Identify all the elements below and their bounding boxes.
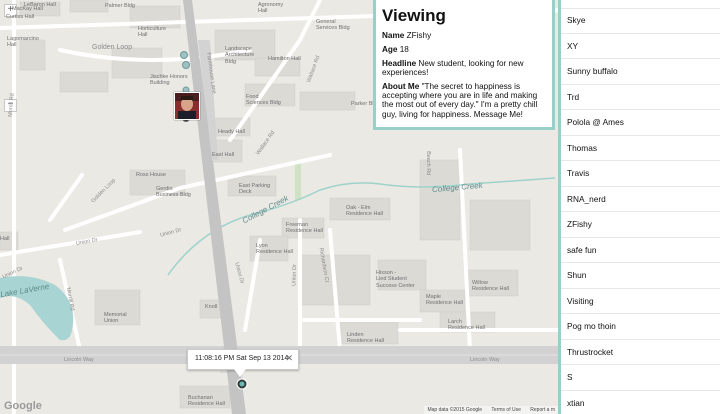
- user-list-item[interactable]: ZFishy: [561, 212, 720, 238]
- map-label: Food Sciences Bldg: [246, 94, 281, 107]
- map-label: Knoll: [205, 304, 218, 310]
- user-list-sidebar[interactable]: Skye XY Sunny buffalo Trd Polola @ Ames …: [558, 0, 720, 414]
- user-list-item[interactable]: XY: [561, 34, 720, 59]
- google-logo: Google: [4, 400, 42, 412]
- user-list-item[interactable]: xtian: [561, 391, 720, 414]
- map-label: Memorial Union: [104, 312, 127, 325]
- map-label: Union Dr: [291, 264, 299, 287]
- terms-of-use-link[interactable]: Terms of Use: [491, 407, 520, 413]
- map-label: Hamilton Hall: [268, 56, 301, 62]
- profile-name-row: Name ZFishy: [382, 31, 546, 40]
- profile-age: 18: [399, 44, 409, 54]
- map-label: MacKay Hall: [12, 6, 43, 12]
- close-icon[interactable]: ✕: [285, 353, 293, 364]
- user-list-item[interactable]: Skye: [561, 8, 720, 34]
- map-label: Beach Rd: [425, 151, 432, 176]
- user-list-item[interactable]: Travis: [561, 161, 720, 187]
- user-list: Skye XY Sunny buffalo Trd Polola @ Ames …: [561, 8, 720, 414]
- map-label: Heady Hall: [218, 129, 245, 135]
- map-label: Jischke Honors Building: [150, 74, 188, 87]
- map-label: Horticulture Hall: [138, 26, 167, 39]
- about-label: About Me: [382, 81, 420, 91]
- user-list-item[interactable]: Trd: [561, 85, 720, 110]
- name-label: Name: [382, 31, 405, 40]
- age-label: Age: [382, 44, 398, 54]
- map-label: Linden Residence Hall: [347, 332, 384, 345]
- map-label: Landscape Architecture Bldg: [225, 46, 255, 65]
- user-avatar[interactable]: [174, 92, 200, 120]
- map-label: General Services Bldg: [316, 19, 350, 32]
- map-label: Palmer Bldg: [105, 3, 135, 9]
- report-link[interactable]: Report a m: [530, 407, 555, 413]
- campus-map[interactable]: + − LeBaron Hall Palmer Bldg Agronomy Ha…: [0, 0, 558, 414]
- user-list-item[interactable]: Thomas: [561, 136, 720, 161]
- map-label: Lyon Residence Hall: [256, 243, 293, 256]
- profile-headline-row: Headline New student, looking for new ex…: [382, 59, 546, 78]
- map-attribution: Map data ©2015 Google Terms of Use Repor…: [424, 406, 558, 414]
- viewing-panel: Viewing Name ZFishy Age 18 Headline New …: [373, 0, 555, 130]
- user-list-item[interactable]: safe fun: [561, 238, 720, 263]
- user-list-item[interactable]: Sunny buffalo: [561, 59, 720, 85]
- profile-photo: [175, 93, 199, 119]
- info-window-pointer: [234, 369, 246, 377]
- map-label: Hall: [0, 236, 10, 242]
- profile-age-row: Age 18: [382, 45, 546, 54]
- profile-name: ZFishy: [406, 31, 432, 40]
- map-label: Lincoln Way: [470, 357, 500, 363]
- map-label: Freeman Residence Hall: [286, 222, 323, 235]
- user-list-item[interactable]: RNA_nerd: [561, 187, 720, 212]
- map-label: Hixson - Lied Student Success Center: [376, 270, 415, 289]
- location-info-window: 11:08:16 PM Sat Sep 13 2014 ✕: [187, 349, 299, 377]
- profile-about-row: About Me "The secret to happiness is acc…: [382, 82, 546, 119]
- viewing-title: Viewing: [382, 6, 446, 25]
- map-label: East Parking Deck: [239, 183, 271, 196]
- map-label: Lagomarcino Hall: [7, 36, 39, 49]
- headline-label: Headline: [382, 58, 417, 68]
- map-label: Oak - Elm Residence Hall: [346, 205, 383, 218]
- map-label: East Hall: [212, 152, 235, 158]
- map-label: Ross House: [136, 172, 166, 178]
- map-label: Gerdin Business Bldg: [156, 186, 191, 199]
- user-list-item[interactable]: Pog mo thoin: [561, 314, 720, 340]
- user-list-item[interactable]: S: [561, 365, 720, 391]
- user-list-item[interactable]: Polola @ Ames: [561, 110, 720, 136]
- map-label: Agronomy Hall: [258, 2, 284, 15]
- map-label: Maple Residence Hall: [426, 294, 463, 307]
- map-label: Willow Residence Hall: [472, 280, 509, 293]
- map-data-text: Map data ©2015 Google: [427, 407, 483, 413]
- map-label: Curtiss Hall: [6, 14, 35, 20]
- location-timestamp: 11:08:16 PM Sat Sep 13 2014: [195, 355, 289, 362]
- user-list-item[interactable]: Thrustrocket: [561, 340, 720, 365]
- map-label: Larch Residence Hall: [448, 319, 485, 332]
- user-list-item[interactable]: Visiting: [561, 289, 720, 314]
- map-label: Buchanan Residence Hall: [188, 395, 225, 408]
- user-list-item[interactable]: Shun: [561, 263, 720, 289]
- map-label: Golden Loop: [92, 44, 133, 51]
- map-label: Lincoln Way: [64, 357, 94, 363]
